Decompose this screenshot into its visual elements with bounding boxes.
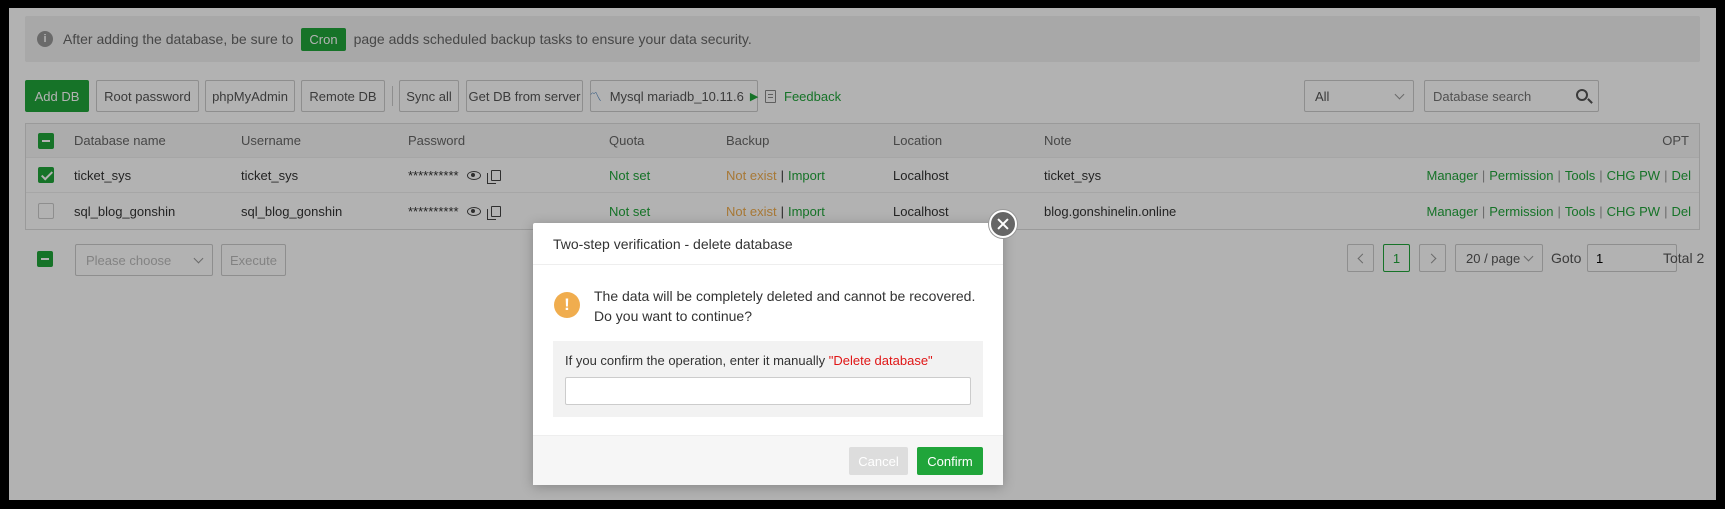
- cancel-button[interactable]: Cancel: [849, 447, 908, 475]
- confirm-section: If you confirm the operation, enter it m…: [553, 341, 983, 417]
- confirm-text-input[interactable]: [565, 377, 971, 405]
- confirm-button[interactable]: Confirm: [917, 447, 983, 475]
- app-frame: i After adding the database, be sure to …: [9, 8, 1716, 500]
- dialog-footer: Cancel Confirm: [533, 435, 1003, 485]
- dialog-message: The data will be completely deleted and …: [594, 288, 976, 324]
- confirm-instruction-text: If you confirm the operation, enter it m…: [565, 353, 829, 368]
- delete-database-dialog: Two-step verification - delete database …: [533, 210, 1017, 485]
- confirm-instruction: If you confirm the operation, enter it m…: [565, 353, 933, 368]
- dialog-title: Two-step verification - delete database: [533, 223, 1003, 265]
- close-icon[interactable]: [989, 210, 1017, 238]
- warning-icon: !: [554, 292, 580, 318]
- confirm-phrase: "Delete database": [828, 353, 933, 368]
